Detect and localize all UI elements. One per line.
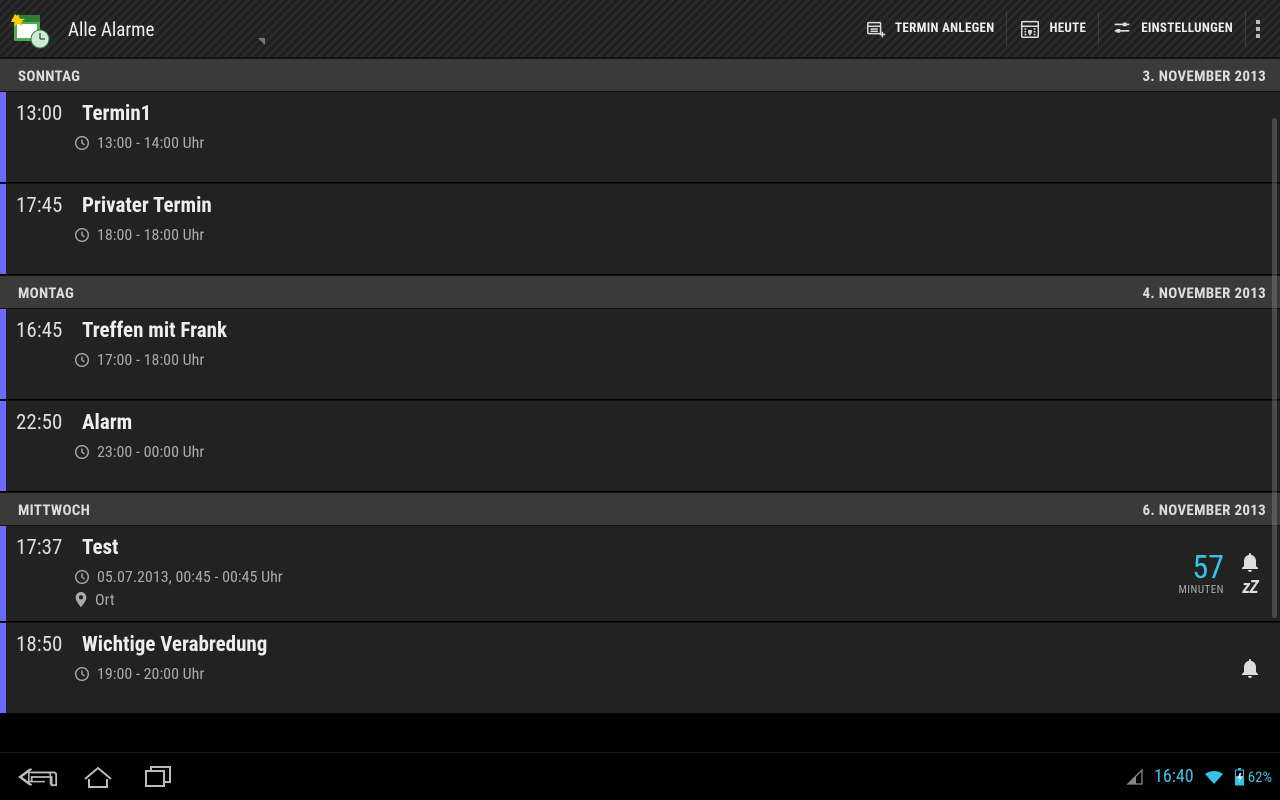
battery-indicator: 62% xyxy=(1234,768,1272,786)
scrollbar[interactable] xyxy=(1272,118,1277,752)
section-day: MITTWOCH xyxy=(18,501,90,519)
status-clock: 16:40 xyxy=(1154,766,1194,787)
event-timerange: 13:00 - 14:00 Uhr xyxy=(97,133,204,152)
section-date: 3. NOVEMBER 2013 xyxy=(1142,67,1266,85)
event-timerange: 19:00 - 20:00 Uhr xyxy=(97,664,204,683)
settings-button[interactable]: EINSTELLUNGEN xyxy=(1099,0,1245,58)
dropdown-indicator-icon xyxy=(258,38,265,45)
event-time: 17:37 xyxy=(16,536,72,560)
create-event-button[interactable]: TERMIN ANLEGEN xyxy=(853,0,1006,58)
color-stripe xyxy=(0,526,6,621)
color-stripe xyxy=(0,92,6,182)
settings-label: EINSTELLUNGEN xyxy=(1141,21,1233,36)
event-timerange: 18:00 - 18:00 Uhr xyxy=(97,225,204,244)
page-title: Alle Alarme xyxy=(68,18,154,41)
clock-icon xyxy=(74,227,90,243)
event-title: Wichtige Verabredung xyxy=(82,633,267,657)
countdown-label: MINUTEN xyxy=(1178,583,1224,596)
clock-icon xyxy=(74,569,90,585)
app-icon[interactable] xyxy=(8,7,52,51)
title-spinner[interactable]: Alle Alarme xyxy=(68,12,853,45)
section-date: 4. NOVEMBER 2013 xyxy=(1142,284,1266,302)
wifi-icon xyxy=(1204,768,1224,786)
event-row[interactable]: 16:45 Treffen mit Frank 17:00 - 18:00 Uhr xyxy=(0,308,1280,400)
event-title: Treffen mit Frank xyxy=(82,319,227,343)
bell-icon xyxy=(1238,549,1262,575)
battery-percent: 62% xyxy=(1248,768,1272,786)
event-timerange: 05.07.2013, 00:45 - 00:45 Uhr xyxy=(97,567,283,586)
event-row[interactable]: 17:37 Test 05.07.2013, 00:45 - 00:45 Uhr Or… xyxy=(0,525,1280,622)
event-time: 22:50 xyxy=(16,411,72,435)
section-header: MITTWOCH 6. NOVEMBER 2013 xyxy=(0,492,1280,525)
event-time: 18:50 xyxy=(16,633,72,657)
event-title: Alarm xyxy=(82,411,132,435)
event-title: Termin1 xyxy=(82,102,151,126)
today-label: HEUTE xyxy=(1049,21,1086,36)
event-time: 17:45 xyxy=(16,194,72,218)
color-stripe xyxy=(0,623,6,713)
event-row[interactable]: 22:50 Alarm 23:00 - 00:00 Uhr xyxy=(0,400,1280,492)
event-row[interactable]: 17:45 Privater Termin 18:00 - 18:00 Uhr xyxy=(0,183,1280,275)
event-timerange: 17:00 - 18:00 Uhr xyxy=(97,350,204,369)
event-title: Test xyxy=(82,536,119,560)
alarm-list: SONNTAG3. NOVEMBER 201313:00Termin113:00… xyxy=(0,58,1280,752)
back-button[interactable] xyxy=(8,753,68,800)
overflow-menu-button[interactable] xyxy=(1246,0,1270,58)
create-event-icon xyxy=(865,18,887,40)
countdown-value: 57 xyxy=(1192,551,1224,583)
color-stripe xyxy=(0,401,6,491)
section-date: 6. NOVEMBER 2013 xyxy=(1142,501,1266,519)
section-header: MONTAG 4. NOVEMBER 2013 xyxy=(0,275,1280,308)
recent-apps-button[interactable] xyxy=(128,753,188,800)
clock-icon xyxy=(74,135,90,151)
clock-icon xyxy=(74,666,90,682)
home-button[interactable] xyxy=(68,753,128,800)
snooze-indicator: zZ xyxy=(1242,577,1257,598)
event-row[interactable]: 18:50 Wichtige Verabredung 19:00 - 20:00 U… xyxy=(0,622,1280,714)
signal-icon xyxy=(1126,768,1144,786)
event-title: Privater Termin xyxy=(82,194,212,218)
action-bar: Alle Alarme TERMIN ANLEGEN xyxy=(0,0,1280,58)
section-header: SONNTAG 3. NOVEMBER 2013 xyxy=(0,58,1280,91)
event-timerange: 23:00 - 00:00 Uhr xyxy=(97,442,204,461)
section-day: SONNTAG xyxy=(18,67,80,85)
create-event-label: TERMIN ANLEGEN xyxy=(895,21,994,36)
location-icon xyxy=(74,592,88,608)
today-button[interactable]: HEUTE xyxy=(1007,0,1098,58)
clock-icon xyxy=(74,352,90,368)
bell-icon xyxy=(1238,655,1262,681)
event-time: 13:00 xyxy=(16,102,72,126)
settings-icon xyxy=(1111,18,1133,40)
color-stripe xyxy=(0,309,6,399)
section-day: MONTAG xyxy=(18,284,74,302)
event-location: Ort xyxy=(95,590,115,609)
today-icon xyxy=(1019,18,1041,40)
clock-icon xyxy=(74,444,90,460)
event-row[interactable]: 13:00 Termin1 13:00 - 14:00 Uhr xyxy=(0,91,1280,183)
color-stripe xyxy=(0,184,6,274)
event-time: 16:45 xyxy=(16,319,72,343)
countdown: 57MINUTEN xyxy=(1178,551,1224,596)
system-navigation-bar: 16:40 62% xyxy=(0,752,1280,800)
